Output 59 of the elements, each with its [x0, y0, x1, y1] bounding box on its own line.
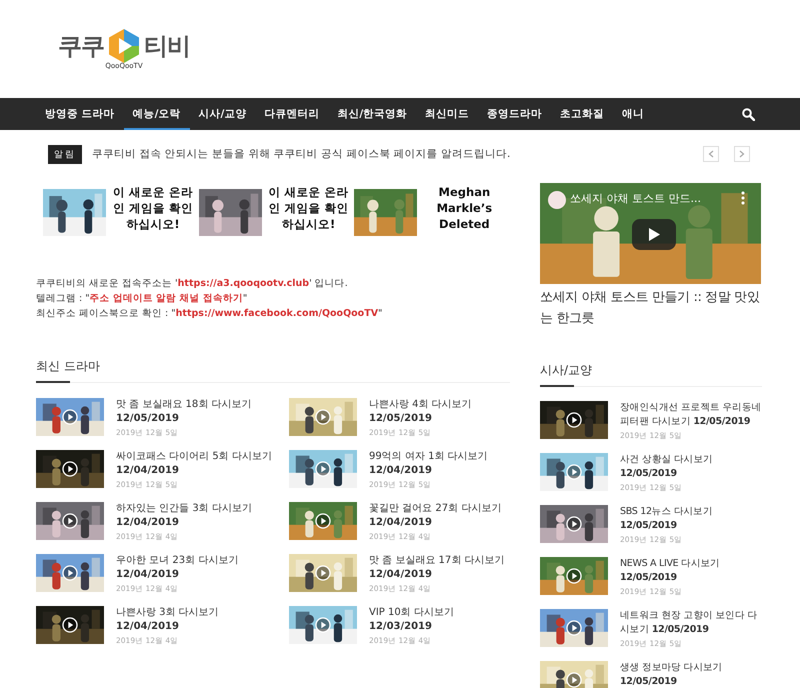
- play-icon[interactable]: [62, 565, 78, 581]
- nav-tab[interactable]: 최신/한국영화: [328, 98, 416, 130]
- play-icon[interactable]: [632, 219, 676, 250]
- post-title[interactable]: 네트워크 현장 고향이 보인다 다시보기 12/05/2019: [620, 609, 762, 637]
- post-title[interactable]: 우아한 모녀 23회 다시보기 12/04/2019: [116, 554, 276, 582]
- play-icon[interactable]: [62, 461, 78, 477]
- nav-tab[interactable]: 최신미드: [416, 98, 478, 130]
- play-icon[interactable]: [566, 516, 582, 532]
- info-line: 최신주소 페이스북으로 확인 : "https://www.facebook.com/QooQooTV": [36, 307, 384, 321]
- search-icon[interactable]: [742, 108, 755, 120]
- post-title[interactable]: 나쁜사랑 4회 다시보기 12/05/2019: [369, 398, 510, 426]
- play-icon[interactable]: [315, 565, 331, 581]
- post-title[interactable]: 사건 상황실 다시보기 12/05/2019: [620, 453, 762, 481]
- play-icon[interactable]: [566, 412, 582, 428]
- nav-tab[interactable]: 시사/교양: [190, 98, 256, 130]
- play-icon[interactable]: [62, 617, 78, 633]
- post-title[interactable]: NEWS A LIVE 다시보기 12/05/2019: [620, 557, 762, 585]
- notice-badge: 알림: [48, 144, 82, 164]
- play-icon[interactable]: [62, 513, 78, 529]
- post-title[interactable]: 장애인식개선 프로젝트 우리동네 피터팬 다시보기 12/05/2019: [620, 401, 762, 429]
- section-heading: 시사/교양: [540, 363, 592, 377]
- ad-headline[interactable]: 이 새로운 온라인 게임을 확인하십시오!: [112, 184, 194, 232]
- nav-tab[interactable]: 다큐멘터리: [255, 98, 328, 130]
- post-title[interactable]: 생생 정보마당 다시보기 12/05/2019: [620, 661, 762, 688]
- ad-headline[interactable]: 이 새로운 온라인 게임을 확인하십시오!: [268, 184, 350, 232]
- info-line: 텔레그램 : "주소 업데이트 알람 채널 접속하기": [36, 292, 248, 306]
- chevron-left-icon: [708, 150, 714, 158]
- video-title[interactable]: 쏘세지 야채 토스트 만드...: [570, 191, 701, 206]
- post-title[interactable]: 나쁜사랑 3회 다시보기 12/04/2019: [116, 606, 276, 634]
- logo-text[interactable]: 쿠쿠: [58, 30, 104, 62]
- post-title[interactable]: 싸이코패스 다이어리 5회 다시보기 12/04/2019: [116, 450, 276, 478]
- play-icon[interactable]: [566, 568, 582, 584]
- play-icon[interactable]: [315, 513, 331, 529]
- nav-tab[interactable]: 초고화질: [551, 98, 614, 130]
- chevron-right-icon: [739, 150, 745, 158]
- post-title[interactable]: 맛 좀 보실래요 18회 다시보기 12/05/2019: [116, 398, 276, 426]
- play-icon[interactable]: [315, 409, 331, 425]
- nav-tab[interactable]: 애니: [613, 98, 654, 130]
- play-icon[interactable]: [566, 672, 582, 688]
- post-title[interactable]: 꽃길만 걸어요 27회 다시보기 12/04/2019: [369, 502, 510, 530]
- channel-avatar-icon[interactable]: [548, 191, 566, 209]
- post-title[interactable]: 하자있는 인간들 3회 다시보기 12/04/2019: [116, 502, 276, 530]
- play-icon[interactable]: [566, 620, 582, 636]
- post-title[interactable]: VIP 10회 다시보기 12/03/2019: [369, 606, 510, 634]
- post-title[interactable]: 맛 좀 보실래요 17회 다시보기 12/04/2019: [369, 554, 510, 582]
- nav-tab[interactable]: 방영중 드라마: [36, 98, 124, 130]
- post-title[interactable]: 99억의 여자 1회 다시보기 12/04/2019: [369, 450, 510, 478]
- nav-tab[interactable]: 종영드라마: [478, 98, 552, 130]
- ad-headline[interactable]: Meghan Markle’s Deleted: [423, 184, 506, 232]
- info-line: 쿠쿠티비의 새로운 접속주소는 'https://a3.qooqootv.club' 입니다.: [36, 277, 349, 291]
- notice-text[interactable]: 쿠쿠티비 접속 안되시는 분들을 위해 쿠쿠티비 공식 페이스북 페이지를 알려드립니다.: [92, 147, 688, 161]
- nav-tab[interactable]: 예능/오락: [124, 98, 190, 130]
- section-heading: 최신 드라마: [36, 359, 100, 373]
- logo-icon[interactable]: [107, 28, 141, 64]
- video-caption[interactable]: 쏘세지 야채 토스트 만들기 :: 정말 맛있는 한그릇: [540, 287, 762, 329]
- logo-text[interactable]: 티비: [144, 30, 190, 62]
- post-title[interactable]: SBS 12뉴스 다시보기 12/05/2019: [620, 505, 762, 533]
- play-icon[interactable]: [62, 409, 78, 425]
- more-icon[interactable]: [741, 191, 745, 205]
